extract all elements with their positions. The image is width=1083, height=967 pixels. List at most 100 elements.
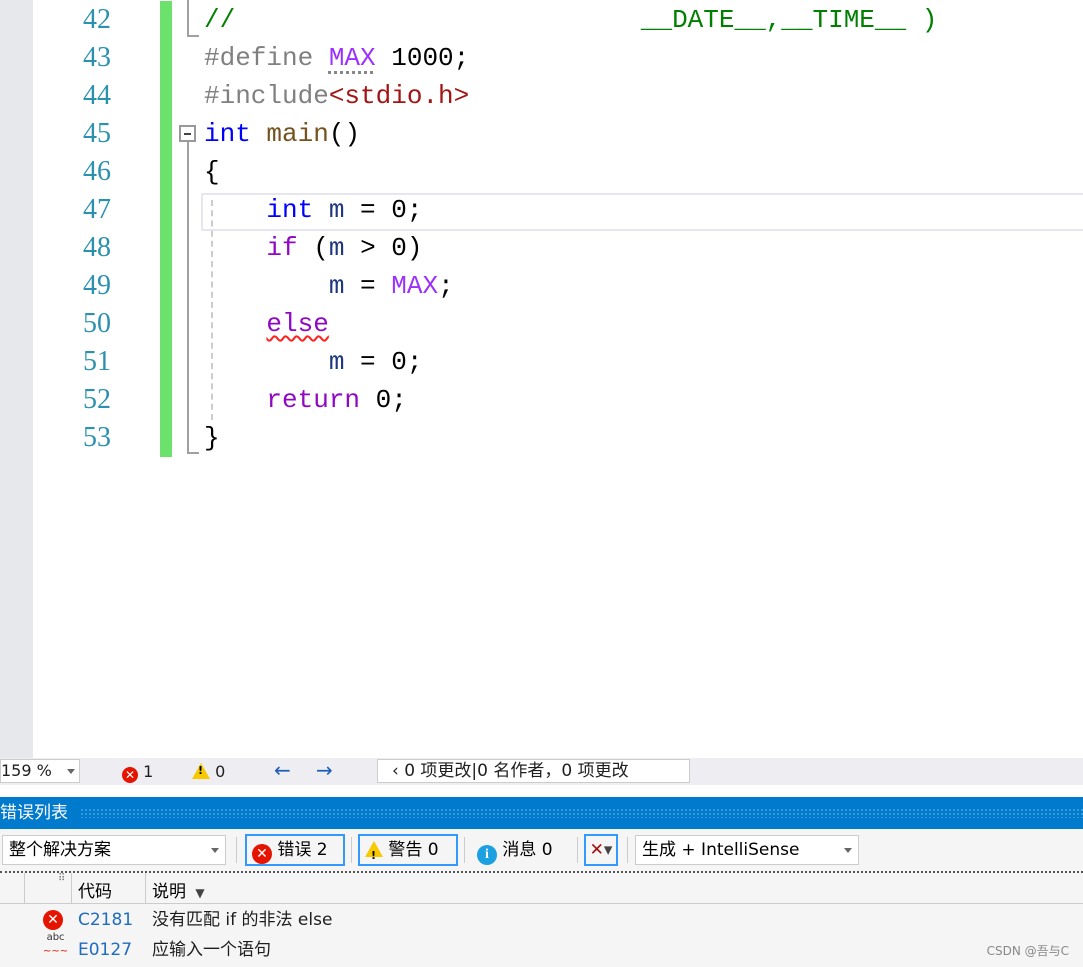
code-text: #define MAX 1000;: [204, 39, 469, 77]
code-token: {: [204, 157, 220, 187]
line-number: 50: [83, 308, 111, 339]
code-line[interactable]: 53}: [33, 419, 1083, 457]
code-token: > 0): [344, 233, 423, 263]
change-indicator: [160, 153, 172, 191]
separator: [351, 837, 352, 863]
filter-clear-icon: ✕▾: [589, 840, 613, 860]
error-list-table: ⠿ 代码 说明 ▼ ✕ C2181 没有匹配 if 的非法 else abc ~~…: [0, 871, 1083, 967]
change-indicator: [160, 267, 172, 305]
error-code-link[interactable]: C2181: [78, 905, 133, 935]
scope-value: 整个解决方案: [9, 840, 111, 860]
error-description: 没有匹配 if 的非法 else: [152, 910, 333, 930]
change-indicator: [160, 39, 172, 77]
line-number: 51: [83, 346, 111, 377]
error-code-link[interactable]: E0127: [78, 935, 132, 965]
code-text: m = MAX;: [204, 267, 454, 305]
change-indicator: [160, 229, 172, 267]
code-line[interactable]: 48 if (m > 0): [33, 229, 1083, 267]
warnings-filter-button[interactable]: 警告 0: [358, 834, 458, 870]
warning-count: 0: [215, 762, 226, 781]
change-indicator: [160, 77, 172, 115]
code-text: int main(): [204, 115, 360, 153]
code-line[interactable]: 45 int main(): [33, 115, 1083, 153]
line-number: 45: [83, 118, 111, 149]
code-token: 1000;: [375, 43, 470, 73]
line-number: 46: [83, 156, 111, 187]
navigate-forward-button[interactable]: →: [316, 758, 333, 782]
changes-text: ‹ 0 项更改|0 名作者，0 项更改: [392, 761, 629, 781]
line-number: 44: [83, 80, 111, 111]
change-indicator: [160, 381, 172, 419]
separator: [236, 837, 237, 863]
code-token: if: [266, 233, 298, 263]
separator: [627, 837, 628, 863]
code-token: #include: [204, 81, 329, 111]
change-indicator: [160, 305, 172, 343]
codelens-changes[interactable]: ‹ 0 项更改|0 名作者，0 项更改: [377, 759, 690, 783]
error-count: 1: [143, 762, 154, 781]
sort-descending-icon: ▼: [195, 886, 205, 900]
column-label: 说明: [152, 882, 186, 902]
code-line[interactable]: 50 else: [33, 305, 1083, 343]
line-number: 53: [83, 422, 111, 453]
table-row[interactable]: ✕ C2181 没有匹配 if 的非法 else: [0, 905, 1083, 935]
code-editor[interactable]: 42 // __DATE__,__TIME__ ) 43 #define MAX 10…: [33, 0, 1083, 758]
code-token: MAX: [391, 271, 439, 301]
code-token: }: [204, 423, 220, 453]
code-line[interactable]: 49 m = MAX;: [33, 267, 1083, 305]
code-line[interactable]: 42 // __DATE__,__TIME__ ): [33, 1, 1083, 39]
zoom-dropdown[interactable]: 159 %: [0, 759, 80, 783]
code-text: if (m > 0): [204, 229, 422, 267]
line-number: 42: [83, 4, 111, 35]
code-text: return 0;: [204, 381, 407, 419]
error-icon: ✕: [43, 910, 63, 930]
code-line[interactable]: 47 int m = 0;: [33, 191, 1083, 229]
column-chooser-icon[interactable]: ⠿: [58, 873, 65, 884]
errors-label: 错误 2: [277, 840, 328, 860]
line-number: 48: [83, 232, 111, 263]
error-list-toolbar: 整个解决方案 ✕ 错误 2 警告 0 i 消息 0 ✕▾ 生成 + Intell…: [0, 829, 1083, 871]
source-value: 生成 + IntelliSense: [642, 840, 800, 860]
code-text: #include<stdio.h>: [204, 77, 469, 115]
messages-filter-button[interactable]: i 消息 0: [470, 834, 570, 866]
error-description: 应输入一个语句: [152, 940, 271, 960]
code-line[interactable]: 46 {: [33, 153, 1083, 191]
warning-count-button[interactable]: 0: [192, 762, 225, 781]
build-source-dropdown[interactable]: 生成 + IntelliSense: [635, 835, 859, 865]
change-indicator: [160, 419, 172, 457]
chevron-down-icon: [844, 848, 852, 857]
clear-filter-button[interactable]: ✕▾: [584, 834, 618, 866]
scope-dropdown[interactable]: 整个解决方案: [2, 835, 226, 865]
column-header-description[interactable]: 说明 ▼: [152, 877, 205, 902]
code-line[interactable]: 51 m = 0;: [33, 343, 1083, 381]
warning-icon: [365, 841, 383, 870]
navigate-back-button[interactable]: ←: [274, 758, 291, 782]
code-token: // __DATE__,__TIME__ ): [204, 5, 938, 35]
errors-filter-button[interactable]: ✕ 错误 2: [245, 834, 345, 866]
code-token: (): [328, 119, 361, 149]
separator: [464, 837, 465, 863]
code-token: int: [204, 119, 251, 149]
code-token: m: [328, 347, 345, 377]
code-line[interactable]: 52 return 0;: [33, 381, 1083, 419]
code-line[interactable]: 44 #include<stdio.h>: [33, 77, 1083, 115]
code-token: MAX: [328, 43, 376, 73]
drag-handle[interactable]: [80, 808, 1083, 818]
error-icon: ✕: [122, 767, 138, 783]
table-row[interactable]: abc ~~~ E0127 应输入一个语句: [0, 932, 1083, 965]
column-header-code[interactable]: 代码: [78, 877, 112, 902]
code-text: else: [204, 305, 328, 343]
code-line[interactable]: 43 #define MAX 1000;: [33, 39, 1083, 77]
table-header: ⠿ 代码 说明 ▼: [0, 873, 1083, 904]
code-token: 0;: [360, 385, 407, 415]
code-text: {: [204, 153, 220, 191]
error-count-button[interactable]: ✕ 1: [122, 762, 153, 783]
code-token: return: [266, 385, 361, 415]
